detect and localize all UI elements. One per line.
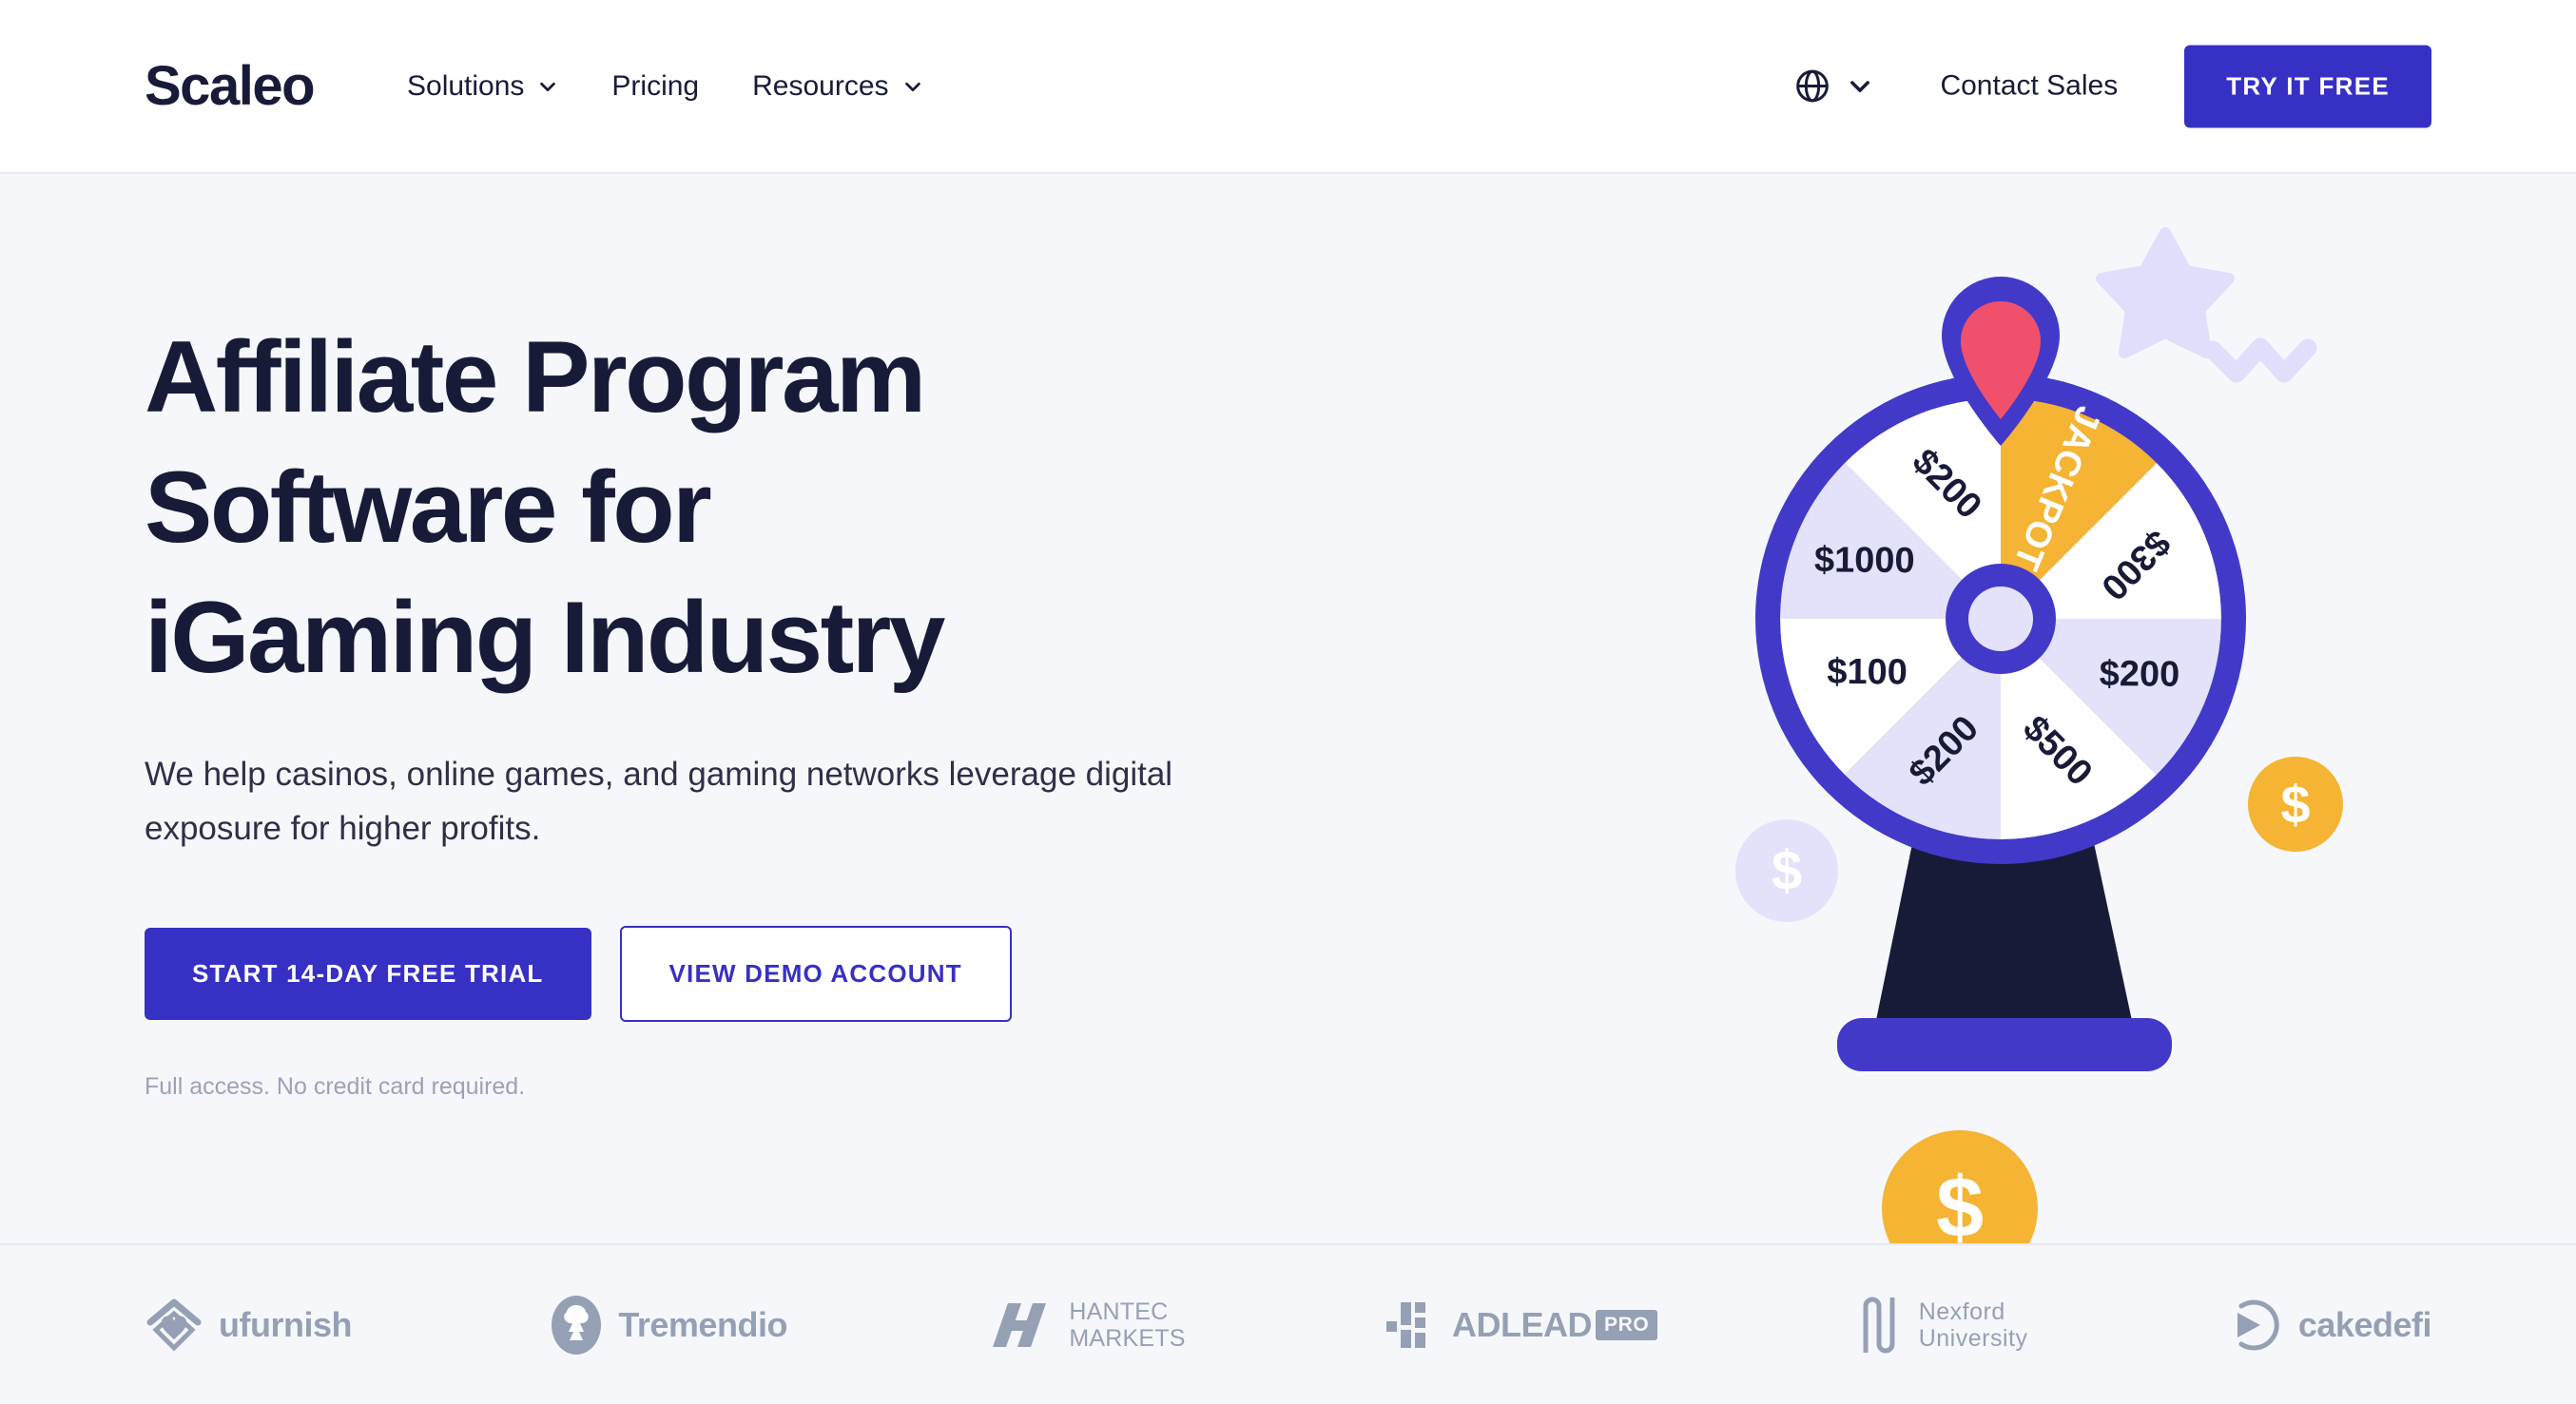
- client-name: cakedefi: [2297, 1304, 2432, 1344]
- wheel-segment-labels: JACKPOT $300 $200 $500 $200 $100 $1000 $…: [1814, 400, 2180, 794]
- hero-copy: Affiliate Program Software for iGaming I…: [145, 312, 1305, 1101]
- hantec-slash-icon: [993, 1302, 1047, 1347]
- segment-label-jackpot: JACKPOT: [2005, 400, 2108, 575]
- zigzag-decoration: [2203, 337, 2317, 383]
- svg-text:$: $: [1936, 1161, 1984, 1243]
- client-name: ufurnish: [219, 1304, 352, 1344]
- segment-label-1000: $1000: [1814, 540, 1915, 581]
- client-logo-tremendio: Tremendio: [550, 1294, 787, 1356]
- nav-item-pricing[interactable]: Pricing: [585, 61, 726, 112]
- nav-item-resources[interactable]: Resources: [726, 61, 949, 112]
- segment-label-100: $100: [1827, 652, 1908, 693]
- nav-item-solutions[interactable]: Solutions: [380, 61, 585, 112]
- view-demo-account-button[interactable]: VIEW DEMO ACCOUNT: [619, 926, 1012, 1023]
- start-free-trial-button[interactable]: START 14-DAY FREE TRIAL: [145, 928, 591, 1021]
- client-name: HANTEC MARKETS: [1069, 1298, 1186, 1352]
- client-name: ADLEAD: [1452, 1304, 1593, 1344]
- wheel-stand: [1874, 830, 2134, 1029]
- prize-wheel-illustration: JACKPOT $300 $200 $500 $200 $100 $1000 $…: [1435, 174, 2576, 1243]
- chevron-down-icon: [537, 76, 558, 97]
- chevron-down-icon: [902, 76, 923, 97]
- hero-section: Affiliate Program Software for iGaming I…: [0, 174, 2576, 1243]
- client-logo-nexford-university: Nexford University: [1856, 1294, 2028, 1356]
- segment-label-200-c: $200: [1905, 441, 1989, 527]
- client-logo-adlead-pro: ADLEAD PRO: [1384, 1297, 1658, 1354]
- wheel-hub-inner: [1968, 587, 2033, 651]
- segment-label-200-a: $200: [2100, 654, 2180, 695]
- wheel-rim: [1755, 374, 2246, 864]
- page-title-line-2: Software for: [145, 449, 712, 564]
- nav-item-label: Pricing: [611, 69, 700, 102]
- globe-icon: [1793, 67, 1831, 106]
- wheel-pointer: [1942, 277, 2060, 446]
- page-title: Affiliate Program Software for iGaming I…: [145, 312, 1305, 702]
- segment-label-200-b: $200: [1902, 708, 1986, 794]
- contact-sales-link[interactable]: Contact Sales: [1940, 70, 2118, 103]
- language-selector[interactable]: [1786, 58, 1881, 115]
- hero-disclaimer: Full access. No credit card required.: [145, 1073, 526, 1101]
- svg-text:$: $: [2280, 775, 2310, 835]
- client-badge-pro: PRO: [1596, 1309, 1658, 1340]
- segment-label-500: $500: [2015, 708, 2100, 794]
- client-logos-strip: ufurnish Tremendio HANTEC MARKETS ADLEAD…: [0, 1243, 2576, 1404]
- adlead-bars-icon: [1386, 1301, 1425, 1348]
- gold-coin-small: $: [2248, 757, 2343, 852]
- hero-subtitle: We help casinos, online games, and gamin…: [145, 755, 1173, 847]
- client-logo-ufurnish: ufurnish: [145, 1296, 352, 1355]
- wheel-hub: [1946, 564, 2056, 674]
- page-title-line-3: iGaming Industry: [145, 579, 945, 694]
- landing-page: Scaleo Solutions Pricing Resources Conta…: [0, 0, 2576, 1404]
- gold-coin-large: $: [1882, 1130, 2038, 1243]
- tree-oval-icon: [552, 1295, 602, 1355]
- client-name: Tremendio: [618, 1304, 787, 1344]
- brand-logo[interactable]: Scaleo: [145, 58, 316, 114]
- client-logo-hantec-markets: HANTEC MARKETS: [985, 1298, 1185, 1353]
- chevron-down-icon: [1847, 73, 1873, 100]
- main-navigation: Solutions Pricing Resources: [380, 61, 950, 112]
- hero-cta-group: START 14-DAY FREE TRIAL VIEW DEMO ACCOUN…: [145, 926, 1305, 1023]
- nav-item-label: Resources: [752, 69, 889, 102]
- nav-item-label: Solutions: [407, 69, 525, 102]
- site-header: Scaleo Solutions Pricing Resources Conta…: [0, 0, 2576, 174]
- house-heart-icon: [146, 1298, 202, 1352]
- segment-label-300: $300: [2093, 522, 2178, 607]
- star-decoration: [2096, 227, 2235, 358]
- cakedefi-play-icon: [2237, 1299, 2279, 1350]
- wheel-segments: [1780, 398, 2221, 839]
- page-title-line-1: Affiliate Program: [145, 319, 926, 433]
- client-logo-cakedefi: cakedefi: [2226, 1297, 2431, 1354]
- ghost-coin-decoration: $: [1735, 819, 1838, 922]
- client-name: Nexford University: [1918, 1298, 2028, 1352]
- header-actions: Contact Sales TRY IT FREE: [1786, 45, 2431, 127]
- svg-text:$: $: [1772, 840, 1802, 902]
- try-it-free-button[interactable]: TRY IT FREE: [2184, 45, 2431, 127]
- wheel-base: [1837, 1018, 2172, 1071]
- nexford-n-icon: [1863, 1297, 1895, 1353]
